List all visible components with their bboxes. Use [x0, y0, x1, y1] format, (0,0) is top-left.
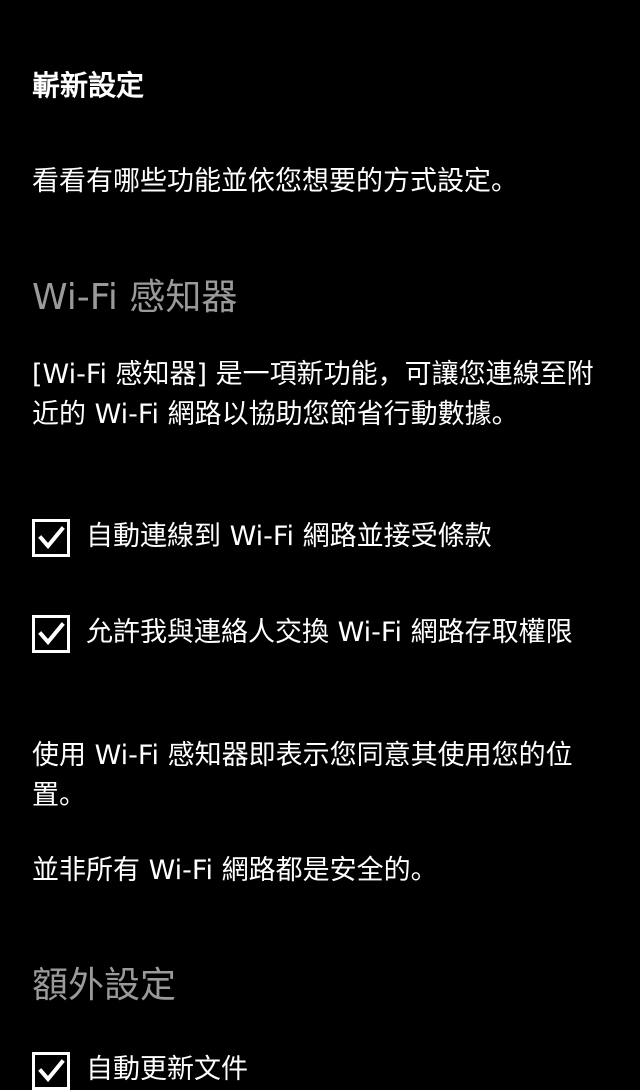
checkbox-box[interactable] — [32, 1052, 70, 1090]
checkmark-icon — [38, 526, 65, 550]
checkmark-icon — [38, 622, 65, 646]
location-notice: 使用 Wi-Fi 感知器即表示您同意其使用您的位置。 — [32, 740, 573, 811]
security-notice: 並非所有 Wi-Fi 網路都是安全的。 — [32, 855, 438, 886]
auto-connect-checkbox[interactable]: 自動連線到 Wi-Fi 網路並接受條款 — [32, 519, 612, 557]
checkbox-box[interactable] — [32, 615, 70, 653]
auto-update-checkbox[interactable]: 自動更新文件 — [32, 1052, 612, 1090]
wifi-sense-description: [Wi-Fi 感知器] 是一項新功能，可讓您連線至附近的 Wi-Fi 網路以協助… — [32, 359, 594, 430]
wifi-sense-heading: Wi-Fi 感知器 — [32, 277, 238, 318]
extra-settings-heading: 額外設定 — [32, 965, 177, 1006]
checkmark-icon — [38, 1059, 65, 1083]
share-networks-checkbox[interactable]: 允許我與連絡人交換 Wi-Fi 網路存取權限 — [32, 615, 612, 653]
auto-update-label: 自動更新文件 — [86, 1054, 248, 1085]
intro-text: 看看有哪些功能並依您想要的方式設定。 — [32, 166, 518, 197]
checkbox-box[interactable] — [32, 519, 70, 557]
auto-connect-label: 自動連線到 Wi-Fi 網路並接受條款 — [86, 521, 492, 552]
page-title: 嶄新設定 — [32, 69, 145, 102]
share-networks-label: 允許我與連絡人交換 Wi-Fi 網路存取權限 — [86, 617, 573, 648]
